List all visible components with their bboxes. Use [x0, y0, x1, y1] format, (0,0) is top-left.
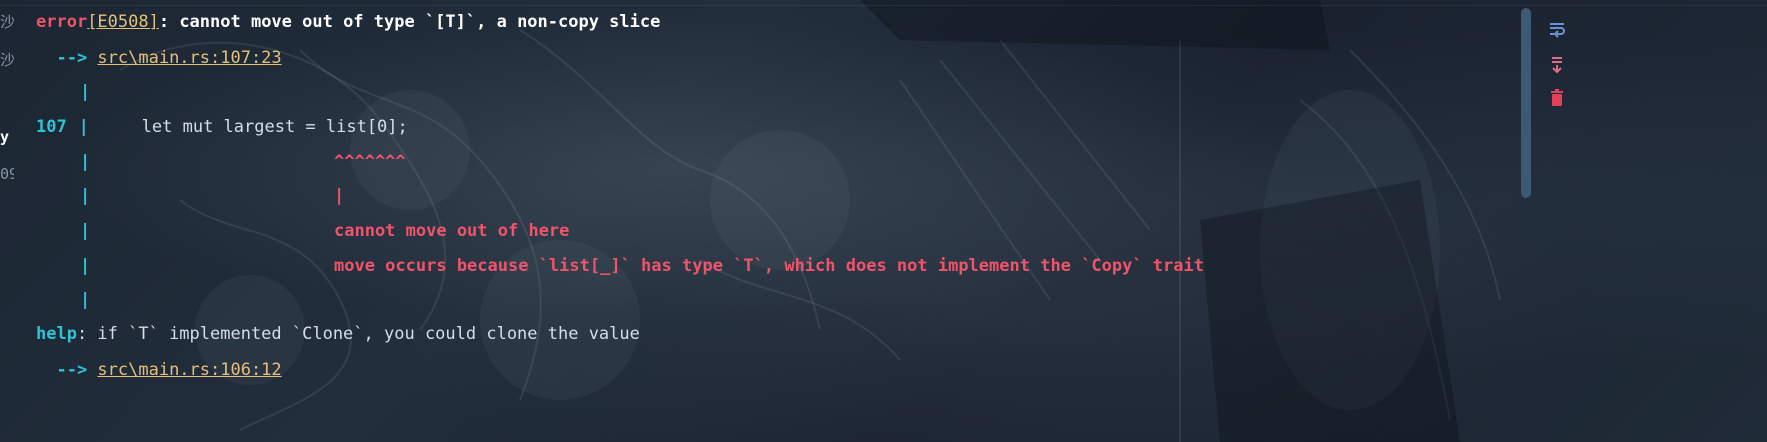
gutter-pipe: | [80, 152, 91, 172]
gutter-item: 沙 [0, 51, 14, 69]
gutter-item: y [0, 128, 10, 146]
error-prefix: error [36, 12, 88, 32]
arrow-glyph: --> [36, 360, 98, 380]
line-number: 107 [36, 117, 67, 137]
console-panel: 沙 沙 y 09 error[E0508]: cannot move out o… [0, 0, 1767, 442]
console-toolbar [1540, 0, 1567, 442]
caret-pipe: | [334, 186, 345, 206]
gutter-pipe: | [80, 256, 91, 276]
source-code: let mut largest = list[0]; [100, 117, 408, 137]
console-output: error[E0508]: cannot move out of type `[… [36, 0, 1516, 442]
soft-wrap-icon[interactable] [1548, 20, 1566, 38]
pipe-line: | [80, 150, 90, 174]
vertical-scrollbar[interactable] [1521, 8, 1531, 198]
help-message: : if `T` implemented `Clone`, you could … [76, 324, 640, 344]
source-location-link[interactable]: src\main.rs:107:23 [97, 48, 281, 68]
gutter-pipe: | [80, 290, 91, 310]
location-line: --> src\main.rs:107:23 [36, 46, 281, 70]
scroll-to-end-icon[interactable] [1548, 56, 1566, 74]
gutter-pipe: | [80, 221, 91, 241]
error-code-link[interactable]: [E0508] [87, 12, 159, 32]
source-location-link[interactable]: src\main.rs:106:12 [97, 360, 281, 380]
help-line: help: if `T` implemented `Clone`, you co… [36, 322, 640, 346]
code-line: 107 | let mut largest = list[0]; [36, 115, 408, 139]
pipe-line: | [80, 219, 90, 243]
trash-icon[interactable] [1548, 89, 1566, 107]
caret-markers: ^^^^^^^ [334, 152, 406, 172]
left-gutter: 沙 沙 y 09 [0, 0, 14, 442]
gutter-item: 09 [0, 165, 14, 183]
error-label-secondary: move occurs because `list[_]` has type `… [334, 256, 1204, 276]
gutter-pipe: | [78, 117, 89, 137]
gutter-pipe: | [80, 186, 91, 206]
pipe-line: | [80, 288, 90, 312]
pipe-line: | [80, 80, 90, 104]
pipe-line: | [80, 254, 90, 278]
error-line: error[E0508]: cannot move out of type `[… [36, 10, 660, 34]
pipe-line: | [80, 184, 90, 208]
location-line: --> src\main.rs:106:12 [36, 358, 281, 382]
error-message: : cannot move out of type `[T]`, a non-c… [158, 12, 661, 32]
gutter-pipe: | [80, 82, 91, 102]
error-label-primary: cannot move out of here [334, 221, 570, 241]
help-prefix: help [36, 324, 77, 344]
gutter-item: 沙 [0, 13, 14, 31]
arrow-glyph: --> [36, 48, 98, 68]
